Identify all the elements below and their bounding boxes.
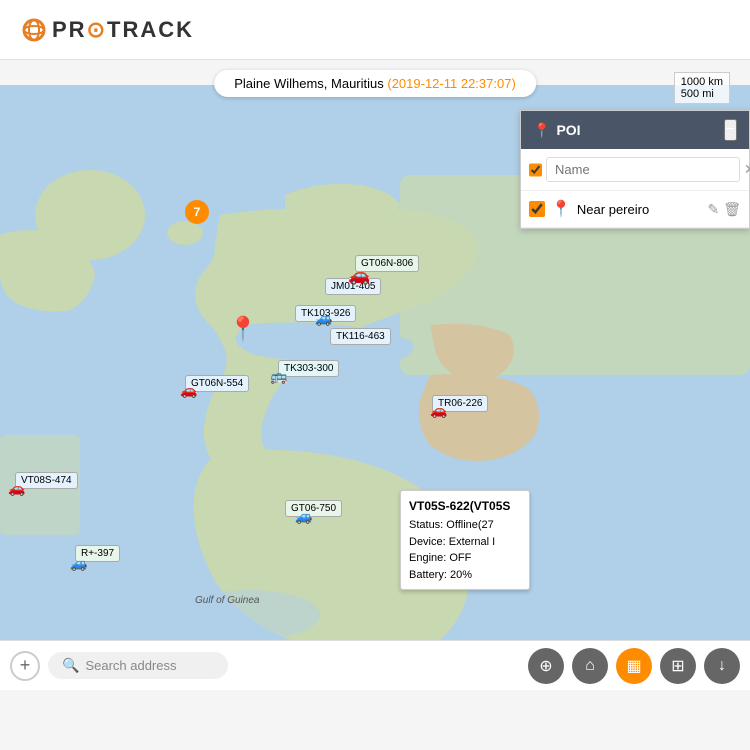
vehicle-icon: 🚗 — [348, 265, 370, 286]
poi-item[interactable]: 📍 Near pereiro ✎ 🗑 — [521, 191, 749, 228]
poi-search-input[interactable] — [546, 157, 740, 182]
location-icon-button[interactable]: ⊕ — [528, 648, 564, 684]
vehicle-icon: 🚙 — [70, 555, 87, 572]
logo-icon — [20, 16, 48, 44]
vehicle-icon: 🚙 — [315, 310, 332, 327]
poi-search-row: ✕ + — [521, 149, 749, 191]
vehicle-label[interactable]: TK116-463 — [330, 328, 391, 345]
poi-title: POI — [556, 122, 580, 138]
cluster-badge[interactable]: 7 — [185, 200, 209, 224]
poi-item-icon: 📍 — [551, 199, 571, 219]
scale-km: 1000 km — [681, 76, 723, 88]
vehicle-tooltip[interactable]: VT05S-622(VT05S Status: Offline(27 Devic… — [400, 490, 530, 590]
gulf-label: Gulf of Guinea — [195, 595, 259, 606]
vehicle-icon: 🚌 — [270, 368, 287, 385]
add-button[interactable]: + — [10, 651, 40, 681]
poi-edit-button[interactable]: ✎ — [707, 201, 719, 218]
location-date: (2019-12-11 22:37:07) — [387, 76, 515, 91]
tooltip-title: VT05S-622(VT05S — [409, 497, 521, 515]
search-text: Search address — [85, 658, 176, 673]
vehicle-icon: 🚗 — [8, 480, 25, 497]
scale-mi: 500 mi — [681, 88, 723, 100]
poi-location-icon: 📍 — [533, 122, 550, 139]
poi-clear-button[interactable]: ✕ — [744, 161, 750, 178]
tooltip-engine: Engine: OFF — [409, 550, 521, 567]
poi-header: 📍 POI − — [521, 111, 749, 149]
header: PR⊙TRACK — [0, 0, 750, 60]
search-icon: 🔍 — [62, 657, 79, 674]
poi-search-checkbox[interactable] — [529, 162, 542, 178]
poi-item-actions: ✎ 🗑 — [707, 201, 741, 218]
tooltip-device: Device: External I — [409, 534, 521, 551]
vehicle-icon: 🚗 — [430, 402, 447, 419]
download-icon-button[interactable]: ↓ — [704, 648, 740, 684]
vehicle-icon: 🚗 — [180, 382, 197, 399]
grid-icon-button[interactable]: ⊞ — [660, 648, 696, 684]
chart-icon-button[interactable]: ▦ — [616, 648, 652, 684]
map-container[interactable]: Plaine Wilhems, Mauritius (2019-12-11 22… — [0, 60, 750, 690]
poi-item-label: Near pereiro — [577, 202, 702, 217]
poi-panel: 📍 POI − ✕ + 📍 Near pereiro ✎ 🗑 — [520, 110, 750, 229]
vehicle-icon: 🚙 — [295, 508, 312, 525]
bottom-toolbar: + 🔍 Search address ⊕ ⌂ ▦ ⊞ ↓ — [0, 640, 750, 690]
tooltip-status: Status: Offline(27 — [409, 517, 521, 534]
logo: PR⊙TRACK — [20, 16, 194, 44]
map-pin[interactable]: 📍 — [228, 315, 258, 344]
poi-item-checkbox[interactable] — [529, 201, 545, 217]
location-text: Plaine Wilhems, Mauritius — [234, 76, 384, 91]
logo-text: PR⊙TRACK — [52, 17, 194, 43]
scale-bar: 1000 km 500 mi — [674, 72, 730, 104]
poi-delete-button[interactable]: 🗑 — [723, 201, 741, 218]
search-bar[interactable]: 🔍 Search address — [48, 652, 228, 679]
home-icon-button[interactable]: ⌂ — [572, 648, 608, 684]
location-bar: Plaine Wilhems, Mauritius (2019-12-11 22… — [214, 70, 536, 97]
vehicle-label[interactable]: GT06-750 — [285, 500, 342, 517]
poi-collapse-button[interactable]: − — [724, 119, 737, 141]
tooltip-battery: Battery: 20% — [409, 567, 521, 584]
